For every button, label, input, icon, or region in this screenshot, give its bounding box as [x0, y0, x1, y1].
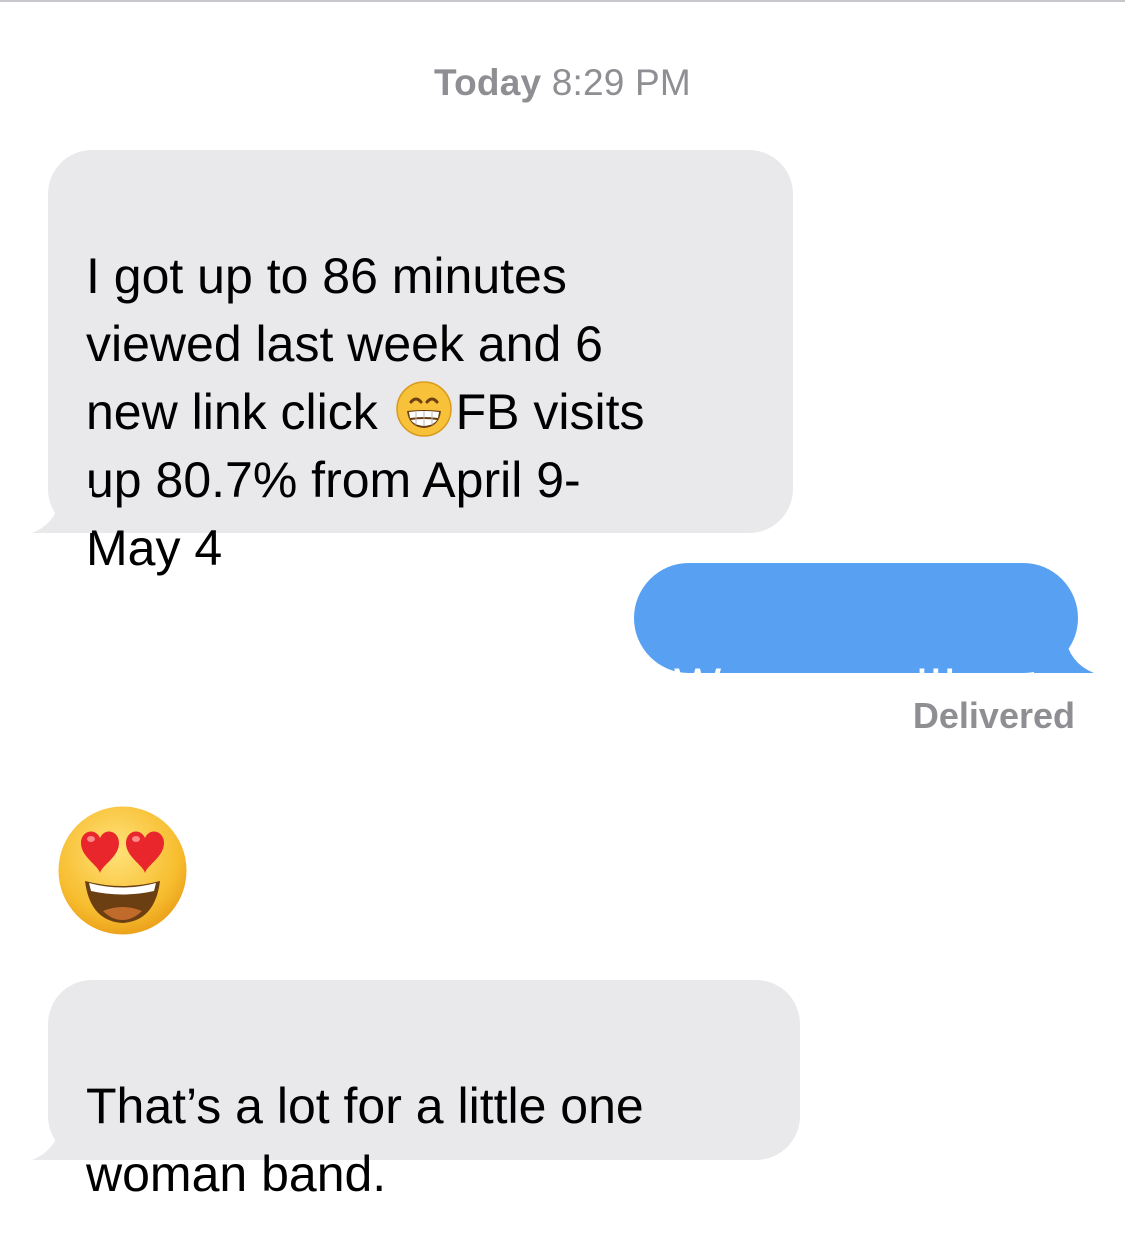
grinning-face-emoji-icon — [394, 379, 454, 439]
timestamp-day: Today — [434, 62, 542, 103]
heart-eyes-emoji-icon — [58, 806, 187, 935]
bubble-tail-icon — [32, 488, 92, 533]
outgoing-message-bubble[interactable]: Wooooooo!!! — [634, 563, 1094, 714]
incoming-message-bubble[interactable]: That’s a lot for a little one woman band… — [32, 980, 800, 1202]
message-text: That’s a lot for a little one woman band… — [86, 1078, 644, 1202]
bubble-tail-icon — [32, 1115, 92, 1160]
timestamp-time: 8:29 PM — [551, 62, 691, 103]
top-divider — [0, 0, 1125, 2]
delivered-status: Delivered — [912, 695, 1075, 736]
incoming-message-bubble[interactable]: I got up to 86 minutes viewed last week … — [32, 150, 793, 576]
heart-eyes-emoji-message[interactable] — [55, 803, 190, 938]
bubble-tail-icon — [1034, 628, 1094, 673]
conversation-timestamp: Today 8:29 PM — [0, 62, 1125, 104]
